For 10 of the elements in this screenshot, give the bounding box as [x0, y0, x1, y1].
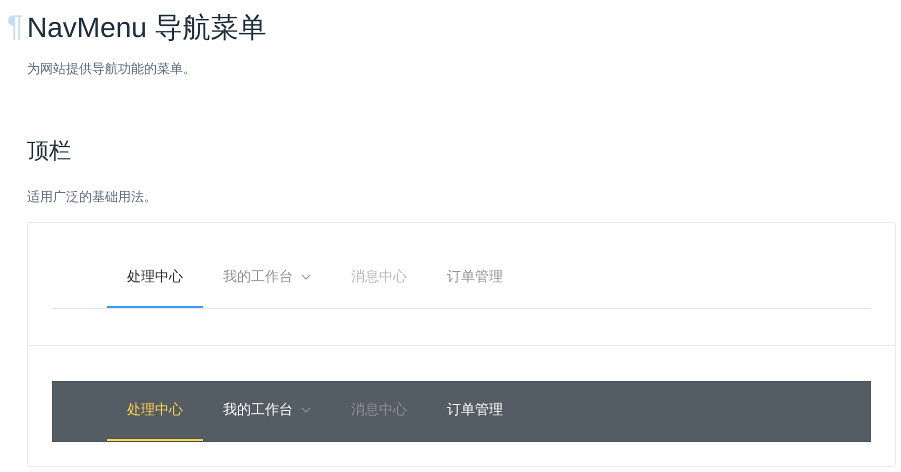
page-title: NavMenu 导航菜单	[27, 11, 267, 45]
menu-item[interactable]: 订单管理	[427, 381, 523, 441]
page-description: 为网站提供导航功能的菜单。	[27, 60, 197, 78]
menu-item[interactable]: 处理中心	[107, 381, 203, 441]
menu-item[interactable]: 处理中心	[107, 248, 203, 308]
section-description: 适用广泛的基础用法。	[27, 188, 158, 206]
section-title: 顶栏	[27, 137, 72, 165]
menu-item[interactable]: 订单管理	[427, 248, 523, 308]
menu-item[interactable]: 我的工作台	[203, 248, 331, 308]
menu-item[interactable]: 我的工作台	[203, 381, 331, 441]
